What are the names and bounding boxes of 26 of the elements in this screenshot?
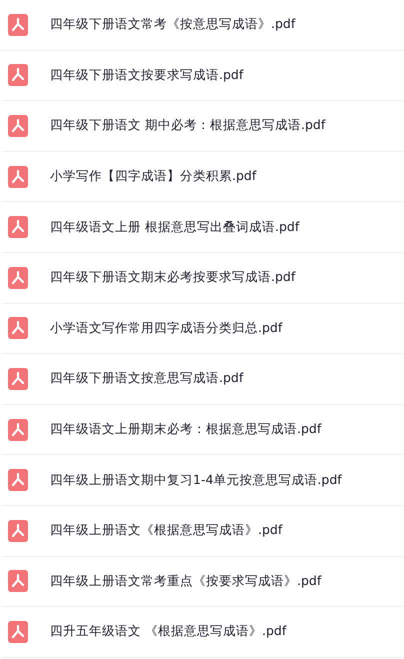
pdf-icon bbox=[8, 64, 28, 86]
pdf-icon bbox=[8, 266, 28, 289]
file-name[interactable]: 四年级上册语文《根据意思写成语》.pdf bbox=[50, 522, 282, 540]
file-name[interactable]: 四年级下册语文常考《按意思写成语》.pdf bbox=[50, 16, 296, 34]
pdf-icon bbox=[8, 418, 28, 441]
file-name[interactable]: 四年级语文上册期末必考：根据意思写成语.pdf bbox=[50, 421, 322, 438]
pdf-icon bbox=[8, 469, 28, 492]
pdf-icon bbox=[8, 570, 28, 592]
pdf-icon bbox=[8, 216, 28, 238]
file-name[interactable]: 四年级下册语文按要求写成语.pdf bbox=[50, 66, 244, 84]
file-name[interactable]: 四年级上册语文常考重点《按要求写成语》.pdf bbox=[50, 572, 322, 590]
pdf-icon bbox=[8, 620, 28, 643]
pdf-icon bbox=[8, 368, 28, 390]
pdf-icon bbox=[8, 166, 28, 188]
file-name[interactable]: 小学语文写作常用四字成语分类归总.pdf bbox=[50, 320, 282, 337]
file-name[interactable]: 四年级下册语文期末必考按要求写成语.pdf bbox=[50, 269, 296, 286]
file-name[interactable]: 四年级下册语文按意思写成语.pdf bbox=[50, 370, 244, 388]
pdf-icon bbox=[8, 317, 28, 340]
file-name[interactable]: 四年级下册语文 期中必考：根据意思写成语.pdf bbox=[50, 117, 326, 134]
pdf-icon bbox=[8, 520, 28, 542]
pdf-icon bbox=[8, 14, 28, 36]
file-name[interactable]: 小学写作【四字成语】分类积累.pdf bbox=[50, 168, 256, 186]
file-name[interactable]: 四年级上册语文期中复习1-4单元按意思写成语.pdf bbox=[50, 472, 342, 489]
file-name[interactable]: 四年级语文上册 根据意思写出叠词成语.pdf bbox=[50, 218, 300, 236]
file-name[interactable]: 四升五年级语文 《根据意思写成语》.pdf bbox=[50, 623, 286, 640]
pdf-icon bbox=[8, 114, 28, 137]
